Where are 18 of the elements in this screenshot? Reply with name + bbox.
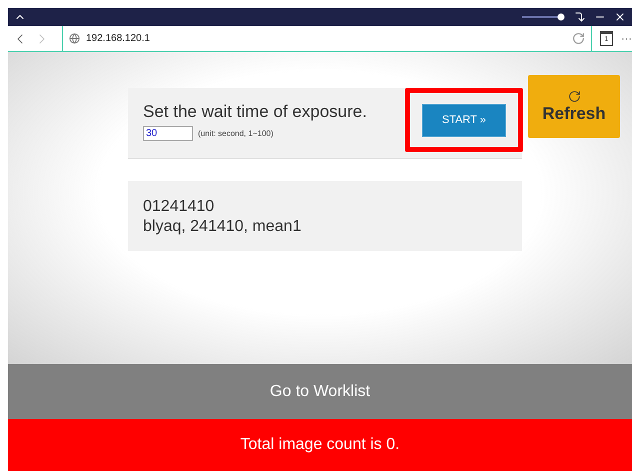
refresh-icon bbox=[568, 90, 580, 102]
info-line: 01241410 bbox=[143, 197, 216, 217]
url-text: 192.168.120.1 bbox=[86, 33, 151, 44]
unit-hint: (unit: second, 1~100) bbox=[198, 129, 274, 138]
info-line: blyaq, 241410, mean1 bbox=[143, 217, 302, 237]
close-icon[interactable] bbox=[614, 11, 626, 23]
slider-icon[interactable] bbox=[522, 13, 566, 21]
start-button[interactable]: START » bbox=[422, 104, 506, 136]
refresh-button[interactable]: Refresh bbox=[528, 75, 620, 138]
worklist-button[interactable]: Go to Worklist bbox=[8, 364, 632, 419]
exposure-prompt: Set the wait time of exposure. bbox=[143, 102, 368, 122]
address-bar[interactable]: 192.168.120.1 bbox=[62, 26, 592, 51]
more-button[interactable]: ··· bbox=[621, 32, 632, 44]
reload-icon[interactable] bbox=[572, 32, 585, 45]
arrow-icon[interactable] bbox=[574, 11, 586, 23]
exposure-input[interactable]: 30 bbox=[143, 126, 193, 141]
globe-icon bbox=[69, 33, 80, 44]
status-text: Total image count is 0. bbox=[240, 436, 400, 454]
